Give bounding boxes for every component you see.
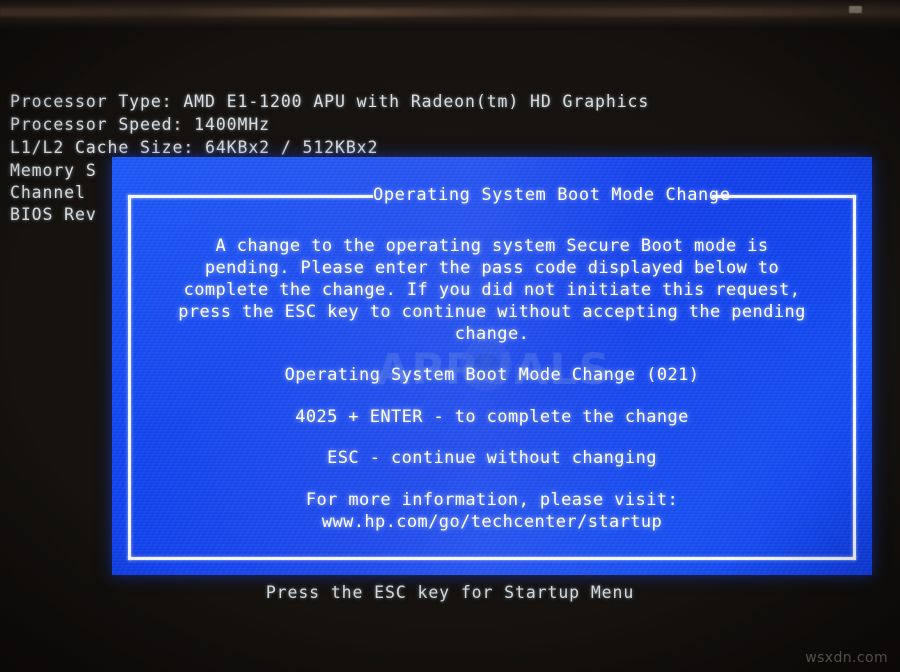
dialog-frame-right xyxy=(853,195,856,560)
dialog-enter-action[interactable]: 4025 + ENTER - to complete the change xyxy=(131,407,853,427)
dialog-body-line-5: change. xyxy=(454,324,530,344)
post-line-bios-revision: BIOS Rev xyxy=(10,205,97,224)
dialog-body-line-2: pending. Please enter the pass code disp… xyxy=(204,258,780,278)
monitor-bezel-top xyxy=(0,0,900,30)
bios-screen: Processor Type: AMD E1-1200 APU with Rad… xyxy=(0,30,900,672)
dialog-title: Operating System Boot Mode Change xyxy=(373,185,731,205)
dialog-body-line-1: A change to the operating system Secure … xyxy=(215,236,769,256)
post-line-memory-size: Memory S xyxy=(10,161,97,180)
post-line-channel: Channel xyxy=(10,183,86,202)
dialog-frame-bottom xyxy=(128,557,856,560)
boot-mode-change-dialog: Operating System Boot Mode Change APPUAL… xyxy=(112,157,872,575)
dialog-body-line-3: complete the change. If you did not init… xyxy=(183,280,801,300)
startup-menu-hint: Press the ESC key for Startup Menu xyxy=(265,583,635,602)
dialog-frame-top-right xyxy=(712,195,856,198)
post-line-processor-type: Processor Type: AMD E1-1200 APU with Rad… xyxy=(10,92,650,111)
site-watermark: wsxdn.com xyxy=(805,650,888,666)
dialog-passcode-heading: Operating System Boot Mode Change (021) xyxy=(284,365,700,385)
dialog-body-line-4: press the ESC key to continue without ac… xyxy=(178,302,806,322)
dialog-frame-top-left xyxy=(128,195,373,198)
post-line-cache-size: L1/L2 Cache Size: 64KBx2 / 512KBx2 xyxy=(10,138,379,157)
dialog-info-label: For more information, please visit: xyxy=(305,490,679,510)
dialog-esc-action[interactable]: ESC - continue without changing xyxy=(131,448,853,468)
monitor-photo: Processor Type: AMD E1-1200 APU with Rad… xyxy=(0,0,900,672)
post-line-processor-speed: Processor Speed: 1400MHz xyxy=(10,115,271,134)
bezel-indicator-icon xyxy=(849,6,862,13)
dialog-info-url: www.hp.com/go/techcenter/startup xyxy=(321,512,663,532)
